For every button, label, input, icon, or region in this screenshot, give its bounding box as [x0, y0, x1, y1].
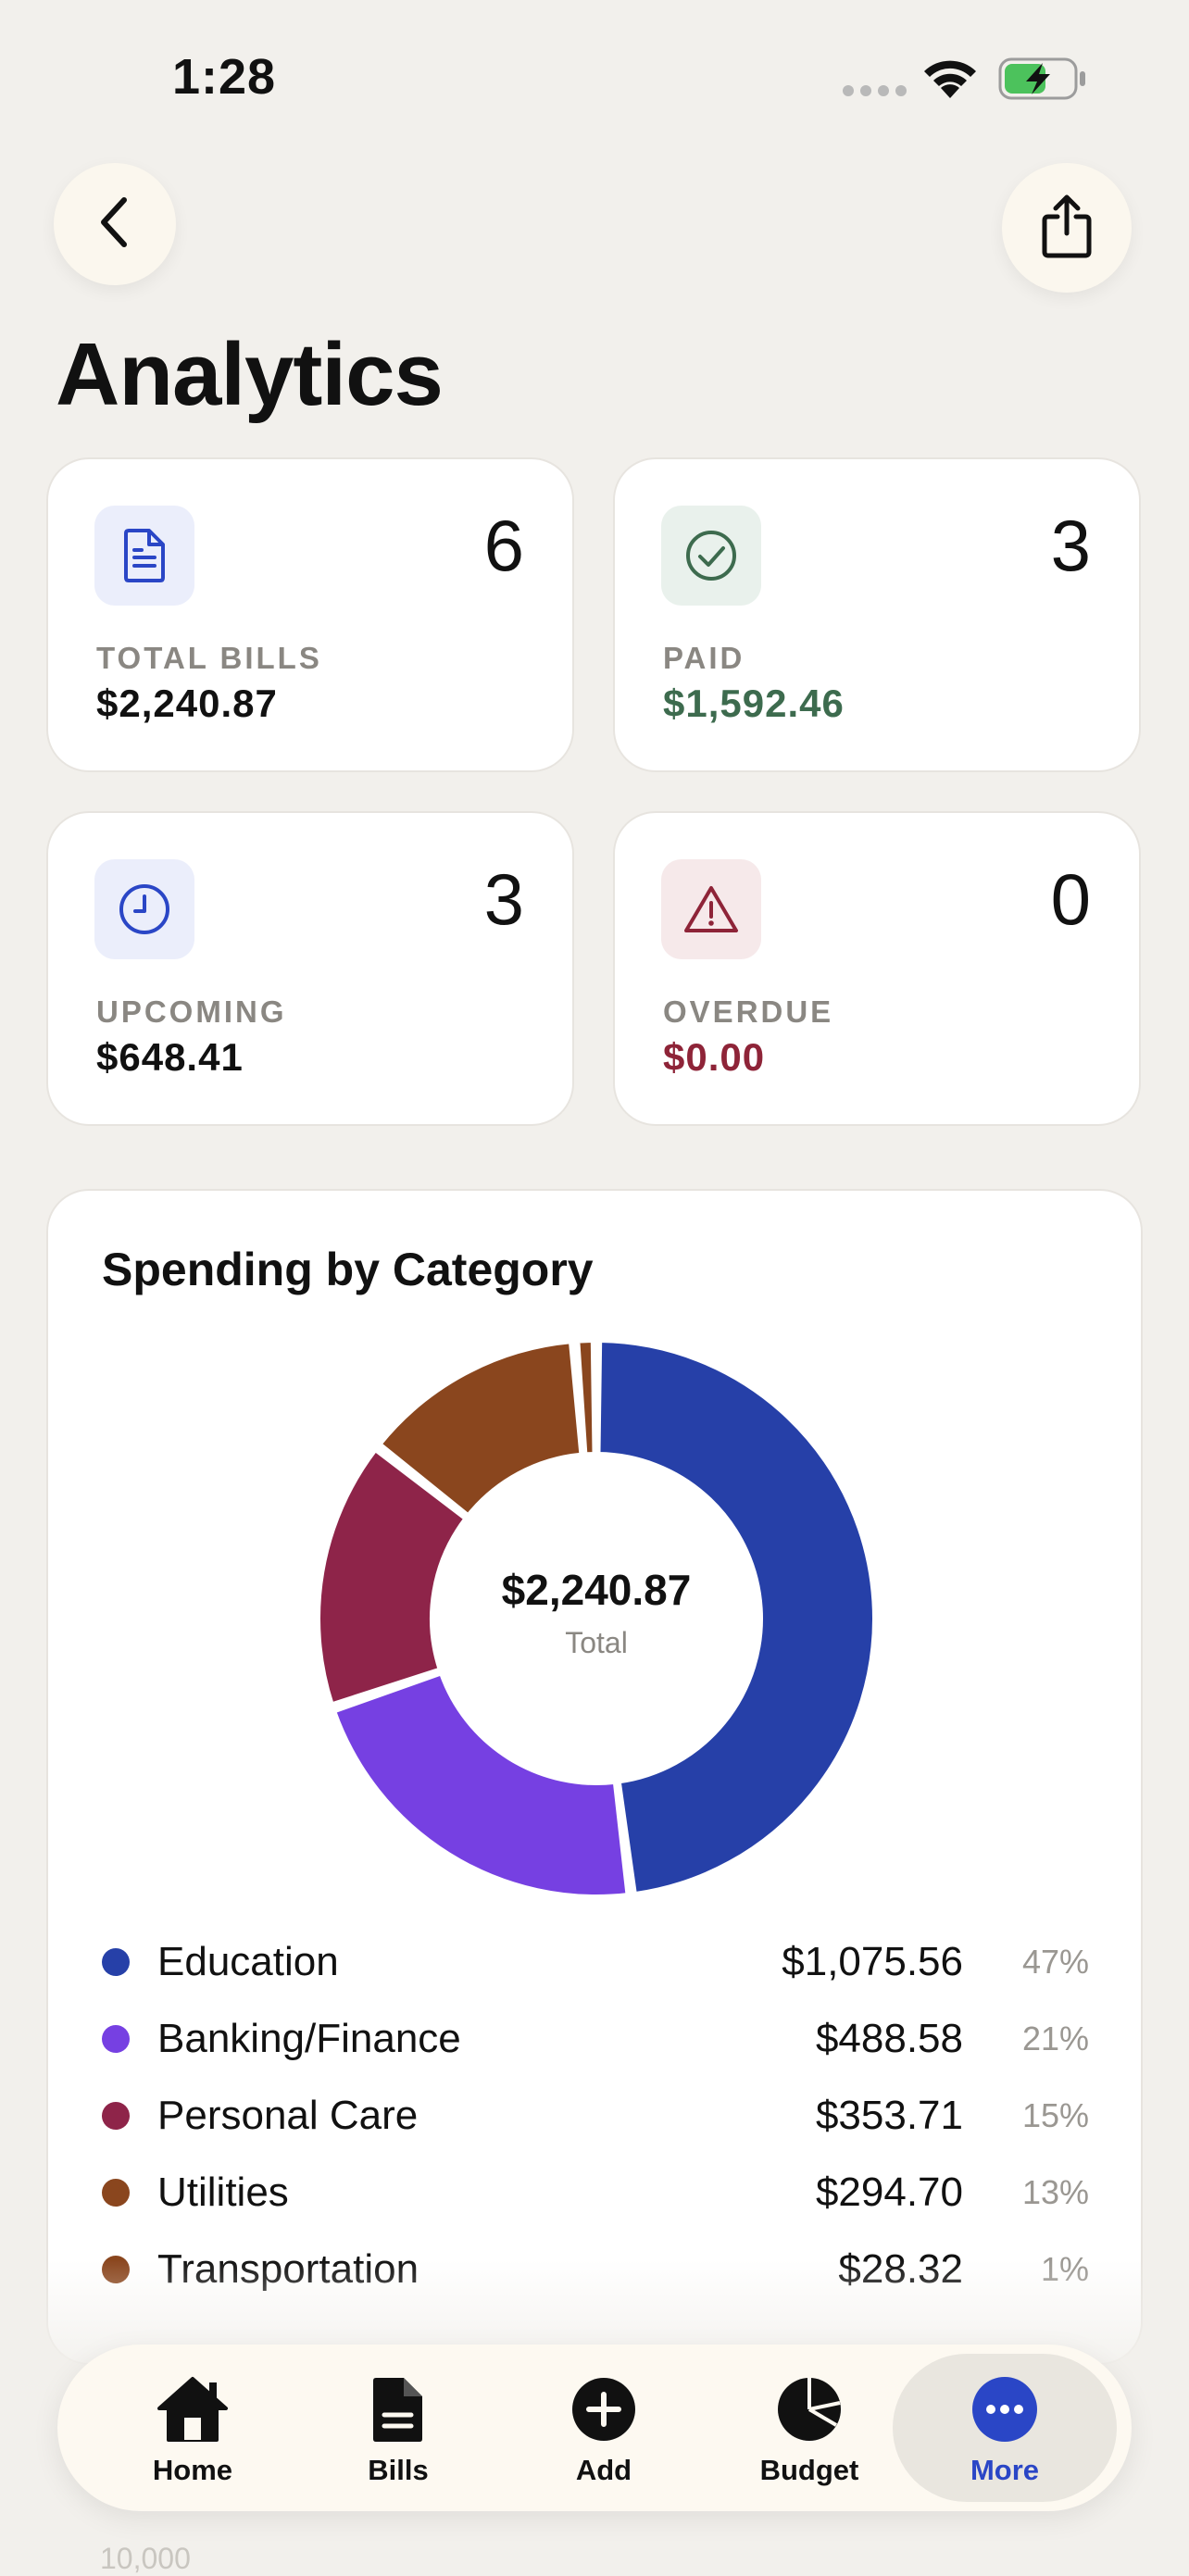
- chevron-left-icon: [94, 194, 135, 255]
- status-time: 1:28: [172, 49, 277, 105]
- share-icon: [1039, 193, 1095, 264]
- tab-budget[interactable]: Budget: [707, 2345, 911, 2511]
- tab-label: Home: [152, 2454, 233, 2486]
- stat-label: OVERDUE: [663, 994, 834, 1029]
- wifi-icon: [920, 56, 980, 105]
- legend-value: $294.70: [815, 2170, 963, 2215]
- donut-chart: [317, 1339, 876, 1898]
- spending-by-category-card: Spending by Category $2,240.87 Total Edu…: [46, 1189, 1143, 2365]
- stat-card-overdue[interactable]: 0 OVERDUE $0.00: [613, 811, 1141, 1126]
- check-circle-icon: [661, 506, 761, 606]
- legend-item-education[interactable]: Education $1,075.56 47%: [102, 1933, 1089, 1989]
- bills-icon: [296, 2372, 500, 2446]
- stat-amount: $0.00: [663, 1035, 766, 1079]
- legend-dot: [102, 2179, 130, 2207]
- stat-amount: $1,592.46: [663, 682, 845, 725]
- battery-icon: [998, 57, 1087, 105]
- legend-item-banking-finance[interactable]: Banking/Finance $488.58 21%: [102, 2010, 1089, 2066]
- stat-amount: $2,240.87: [96, 682, 278, 725]
- stat-label: TOTAL BILLS: [96, 641, 322, 675]
- chart-center-amount: $2,240.87: [501, 1566, 692, 1614]
- more-icon: [893, 2372, 1117, 2446]
- legend-value: $353.71: [815, 2093, 963, 2138]
- document-icon: [94, 506, 194, 606]
- tab-add[interactable]: Add: [502, 2345, 706, 2511]
- tab-home[interactable]: Home: [91, 2345, 294, 2511]
- tab-label: More: [970, 2454, 1040, 2486]
- stat-card-total-bills[interactable]: 6 TOTAL BILLS $2,240.87: [46, 457, 574, 772]
- legend-dot: [102, 2102, 130, 2130]
- legend-percent: 13%: [1021, 2173, 1089, 2211]
- legend-label: Personal Care: [157, 2093, 419, 2138]
- legend-item-utilities[interactable]: Utilities $294.70 13%: [102, 2164, 1089, 2220]
- legend-percent: 21%: [1021, 2020, 1089, 2057]
- chart-center-label: Total: [565, 1626, 628, 1659]
- stat-count: 0: [1050, 858, 1091, 940]
- stat-card-upcoming[interactable]: 3 UPCOMING $648.41: [46, 811, 574, 1126]
- home-icon: [91, 2372, 294, 2446]
- tab-label: Add: [575, 2454, 632, 2486]
- legend-label: Education: [157, 1939, 339, 1984]
- obscured-content-text: 10,000: [100, 2542, 191, 2575]
- stat-label: UPCOMING: [96, 994, 287, 1029]
- tab-more[interactable]: More: [893, 2354, 1117, 2502]
- stat-label: PAID: [663, 641, 745, 675]
- page-title: Analytics: [56, 325, 444, 424]
- legend-dot: [102, 1948, 130, 1976]
- tab-bills[interactable]: Bills: [296, 2345, 500, 2511]
- legend-value: $1,075.56: [782, 1939, 963, 1984]
- cellular-signal-icon: [843, 85, 907, 96]
- donut-slice-education[interactable]: [596, 1339, 876, 1896]
- stat-count: 3: [1050, 505, 1091, 586]
- tab-label: Budget: [759, 2454, 859, 2486]
- legend-percent: 15%: [1021, 2096, 1089, 2134]
- tab-label: Bills: [368, 2454, 429, 2486]
- add-icon: [502, 2372, 706, 2446]
- stat-card-paid[interactable]: 3 PAID $1,592.46: [613, 457, 1141, 772]
- legend-item-personal-care[interactable]: Personal Care $353.71 15%: [102, 2087, 1089, 2143]
- tab-bar: Home Bills Add Budget More: [57, 2345, 1132, 2511]
- back-button[interactable]: [54, 163, 176, 285]
- legend-label: Banking/Finance: [157, 2016, 461, 2061]
- legend-dot: [102, 2025, 130, 2053]
- stat-count: 6: [483, 505, 524, 586]
- stat-amount: $648.41: [96, 1035, 244, 1079]
- warning-icon: [661, 859, 761, 959]
- pie-chart-icon: [707, 2372, 911, 2446]
- clock-icon: [94, 859, 194, 959]
- legend-label: Utilities: [157, 2170, 289, 2215]
- share-button[interactable]: [1002, 163, 1132, 293]
- stat-count: 3: [483, 858, 524, 940]
- legend-percent: 47%: [1021, 1943, 1089, 1981]
- donut-slice-banking-finance[interactable]: [332, 1671, 630, 1898]
- legend-value: $488.58: [815, 2016, 963, 2061]
